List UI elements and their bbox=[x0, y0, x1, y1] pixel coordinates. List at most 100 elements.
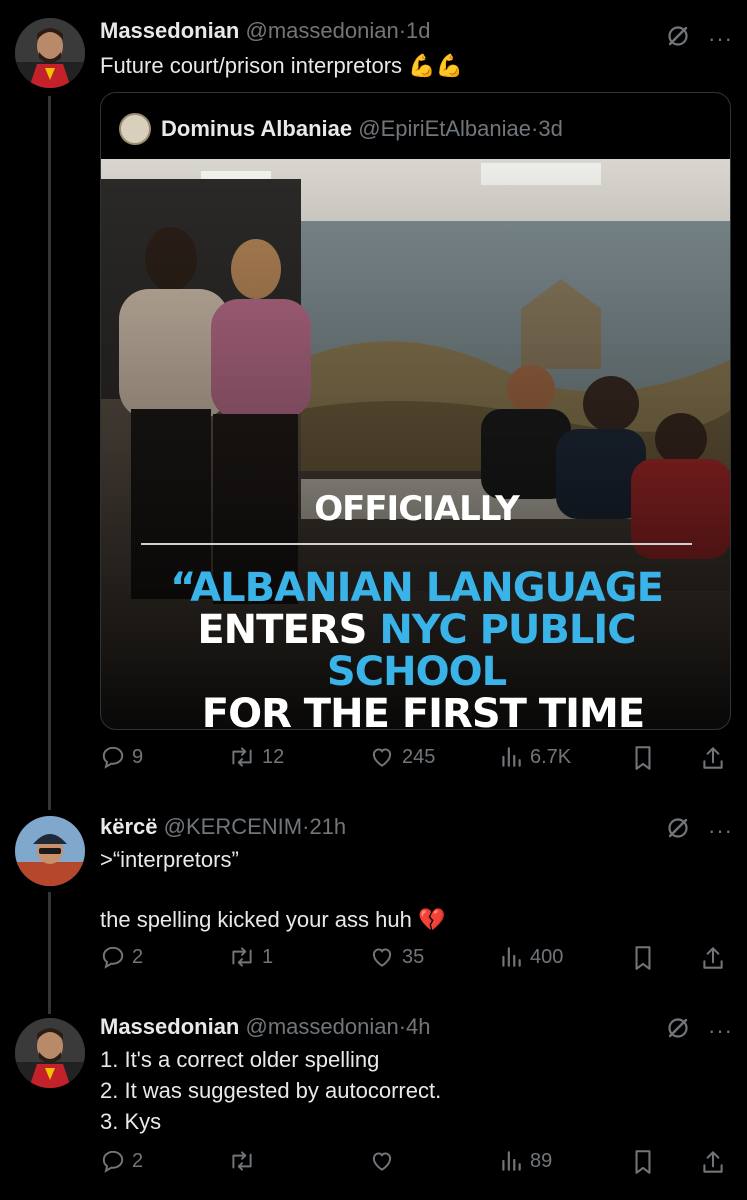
display-name[interactable]: kërcë bbox=[100, 814, 158, 839]
separator-dot: · bbox=[398, 1014, 407, 1039]
quoted-post[interactable]: Dominus Albaniae @EpiriEtAlbaniae · 3d O… bbox=[100, 92, 731, 730]
reply-button[interactable]: 9 bbox=[100, 744, 143, 770]
quote-separator: · bbox=[531, 116, 539, 141]
post-header: Massedonian @massedonian·1d bbox=[100, 18, 431, 44]
more-icon[interactable]: ··· bbox=[708, 1019, 733, 1042]
overlay-line2: “ALBANIAN LANGUAGE bbox=[170, 565, 664, 611]
repost-count: 1 bbox=[262, 945, 274, 968]
user-handle[interactable]: @KERCENIM bbox=[164, 814, 302, 839]
repost-icon bbox=[232, 947, 252, 967]
post-text: Future court/prison interpretors 💪💪 bbox=[100, 53, 463, 78]
grok-slash-icon[interactable] bbox=[666, 816, 690, 845]
post-text-line1: >“interpretors” bbox=[100, 847, 239, 872]
display-name[interactable]: Massedonian bbox=[100, 1014, 239, 1039]
like-count: 35 bbox=[402, 945, 425, 968]
reply-icon bbox=[102, 746, 124, 769]
reply-count: 2 bbox=[132, 945, 144, 968]
views-count: 89 bbox=[530, 1149, 553, 1172]
bookmark-icon bbox=[635, 746, 651, 770]
bookmark-button[interactable] bbox=[630, 744, 656, 772]
post-actions: 9 12 245 6.7K bbox=[100, 744, 732, 774]
post-1[interactable]: Massedonian @massedonian·1d ··· Future c… bbox=[0, 18, 747, 808]
overlay-line3: ENTERS NYC PUBLIC bbox=[101, 607, 730, 653]
overlay-enters: ENTERS bbox=[197, 607, 380, 653]
user-handle[interactable]: @massedonian bbox=[246, 1014, 399, 1039]
views-button[interactable]: 6.7K bbox=[498, 744, 571, 770]
reply-count: 2 bbox=[132, 1149, 144, 1172]
post-header: Massedonian @massedonian·4h bbox=[100, 1014, 431, 1040]
post-3[interactable]: Massedonian @massedonian·4h ··· 1. It's … bbox=[0, 1014, 747, 1194]
share-button[interactable] bbox=[700, 744, 726, 772]
reply-icon bbox=[102, 1150, 124, 1173]
views-count: 6.7K bbox=[530, 745, 572, 768]
repost-icon bbox=[232, 1151, 252, 1171]
repost-button[interactable] bbox=[228, 1148, 262, 1174]
post-text-line2: the spelling kicked your ass huh 💔 bbox=[100, 907, 446, 932]
post-top-icons: ··· bbox=[666, 24, 733, 53]
like-count: 245 bbox=[402, 745, 436, 768]
quote-handle[interactable]: @EpiriEtAlbaniae bbox=[358, 116, 531, 142]
more-icon[interactable]: ··· bbox=[708, 819, 733, 842]
user-handle[interactable]: @massedonian bbox=[246, 18, 399, 43]
like-button[interactable]: 35 bbox=[368, 944, 424, 970]
share-button[interactable] bbox=[700, 1148, 726, 1176]
like-button[interactable]: 245 bbox=[368, 744, 435, 770]
share-icon bbox=[703, 747, 723, 769]
post-top-icons: ··· bbox=[666, 1016, 733, 1045]
like-icon bbox=[372, 1152, 392, 1171]
share-button[interactable] bbox=[700, 944, 726, 972]
repost-icon bbox=[232, 747, 252, 767]
reply-button[interactable]: 2 bbox=[100, 1148, 143, 1174]
repost-button[interactable]: 1 bbox=[228, 944, 273, 970]
more-icon[interactable]: ··· bbox=[708, 27, 733, 50]
post-text-line3: 3. Kys bbox=[100, 1109, 162, 1134]
post-actions: 2 89 bbox=[100, 1148, 732, 1178]
share-icon bbox=[703, 947, 723, 969]
quote-timestamp[interactable]: 3d bbox=[538, 116, 562, 142]
avatar[interactable] bbox=[15, 18, 85, 88]
post-2[interactable]: kërcë @KERCENIM·21h ··· >“interpretors” … bbox=[0, 812, 747, 988]
views-icon bbox=[502, 1151, 521, 1171]
views-count: 400 bbox=[530, 945, 564, 968]
views-icon bbox=[502, 747, 521, 767]
bookmark-button[interactable] bbox=[630, 1148, 656, 1176]
post-header: kërcë @KERCENIM·21h bbox=[100, 814, 346, 840]
overlay-first-time: FOR THE FIRST TIME bbox=[188, 691, 645, 730]
overlay-officially: OFFICIALLY bbox=[314, 489, 520, 529]
grok-slash-icon[interactable] bbox=[666, 24, 690, 53]
post-top-icons: ··· bbox=[666, 816, 733, 845]
share-icon bbox=[703, 1151, 723, 1173]
overlay-nyc-public: NYC PUBLIC bbox=[379, 607, 636, 653]
quote-display-name[interactable]: Dominus Albaniae bbox=[161, 116, 352, 142]
like-button[interactable] bbox=[368, 1148, 402, 1174]
quote-header: Dominus Albaniae @EpiriEtAlbaniae · 3d bbox=[119, 113, 563, 145]
overlay-school: SCHOOL bbox=[326, 649, 507, 695]
overlay-divider bbox=[141, 543, 692, 545]
reply-icon bbox=[102, 946, 124, 969]
reply-button[interactable]: 2 bbox=[100, 944, 143, 970]
views-button[interactable]: 89 bbox=[498, 1148, 552, 1174]
bookmark-button[interactable] bbox=[630, 944, 656, 972]
display-name[interactable]: Massedonian bbox=[100, 18, 239, 43]
post-text-line1: 1. It's a correct older spelling bbox=[100, 1047, 380, 1072]
avatar[interactable] bbox=[15, 1018, 85, 1088]
like-icon bbox=[372, 948, 392, 967]
timestamp[interactable]: 4h bbox=[406, 1014, 430, 1039]
grok-slash-icon[interactable] bbox=[666, 1016, 690, 1045]
repost-button[interactable]: 12 bbox=[228, 744, 284, 770]
timestamp[interactable]: 21h bbox=[309, 814, 346, 839]
timestamp[interactable]: 1d bbox=[406, 18, 430, 43]
post-actions: 2 1 35 400 bbox=[100, 944, 732, 974]
repost-count: 12 bbox=[262, 745, 285, 768]
overlay-line4: SCHOOL FOR THE FIRST TIME bbox=[101, 649, 730, 730]
bookmark-icon bbox=[635, 1150, 651, 1174]
quote-avatar[interactable] bbox=[119, 113, 151, 145]
avatar[interactable] bbox=[15, 816, 85, 886]
bookmark-icon bbox=[635, 946, 651, 970]
views-button[interactable]: 400 bbox=[498, 944, 563, 970]
reply-count: 9 bbox=[132, 745, 144, 768]
quote-media-image[interactable]: OFFICIALLY “ALBANIAN LANGUAGE ENTERS NYC… bbox=[101, 159, 730, 730]
separator-dot: · bbox=[398, 18, 407, 43]
views-icon bbox=[502, 947, 521, 967]
like-icon bbox=[372, 748, 392, 767]
